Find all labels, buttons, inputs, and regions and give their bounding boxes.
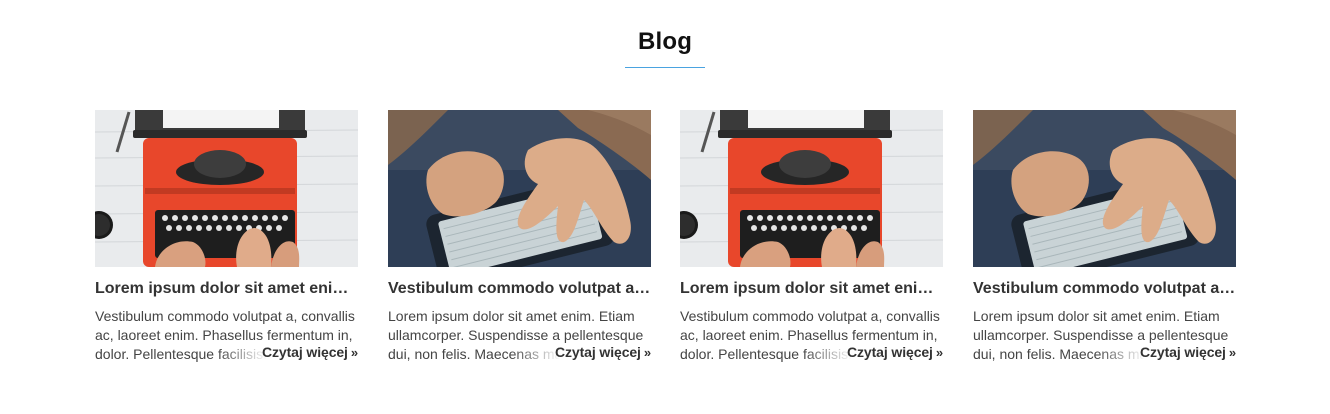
post-thumbnail-typewriter[interactable] <box>680 110 943 267</box>
blog-post-card: Vestibulum commodo volutpat a, convallis… <box>973 110 1236 370</box>
post-title[interactable]: Vestibulum commodo volutpat a, convallis… <box>388 280 651 298</box>
read-more-label: Czytaj więcej <box>847 344 933 360</box>
read-more-label: Czytaj więcej <box>1140 344 1226 360</box>
smartphone-photo <box>388 110 651 267</box>
double-chevron-right-icon: » <box>643 345 651 360</box>
section-title: Blog <box>637 28 693 55</box>
title-underline <box>625 67 705 68</box>
post-title[interactable]: Lorem ipsum dolor sit amet enim. Etiam u… <box>680 280 943 298</box>
read-more-link[interactable]: Czytaj więcej» <box>847 344 943 360</box>
blog-post-card: Lorem ipsum dolor sit amet enim. Etiam u… <box>95 110 358 370</box>
blog-post-card: Vestibulum commodo volutpat a, convallis… <box>388 110 651 370</box>
read-more-label: Czytaj więcej <box>555 344 641 360</box>
typewriter-photo <box>680 110 943 267</box>
read-more-link[interactable]: Czytaj więcej» <box>555 344 651 360</box>
smartphone-photo <box>973 110 1236 267</box>
post-title[interactable]: Vestibulum commodo volutpat a, convallis… <box>973 280 1236 298</box>
blog-posts-grid: Lorem ipsum dolor sit amet enim. Etiam u… <box>95 110 1240 370</box>
blog-section: Blog Lorem ipsum dolor sit amet enim. Et… <box>0 0 1330 414</box>
double-chevron-right-icon: » <box>935 345 943 360</box>
read-more-label: Czytaj więcej <box>262 344 348 360</box>
double-chevron-right-icon: » <box>350 345 358 360</box>
read-more-link[interactable]: Czytaj więcej» <box>1140 344 1236 360</box>
double-chevron-right-icon: » <box>1228 345 1236 360</box>
blog-post-card: Lorem ipsum dolor sit amet enim. Etiam u… <box>680 110 943 370</box>
post-thumbnail-typewriter[interactable] <box>95 110 358 267</box>
post-thumbnail-smartphone[interactable] <box>388 110 651 267</box>
read-more-link[interactable]: Czytaj więcej» <box>262 344 358 360</box>
post-title[interactable]: Lorem ipsum dolor sit amet enim. Etiam u… <box>95 280 358 298</box>
post-thumbnail-smartphone[interactable] <box>973 110 1236 267</box>
typewriter-photo <box>95 110 358 267</box>
